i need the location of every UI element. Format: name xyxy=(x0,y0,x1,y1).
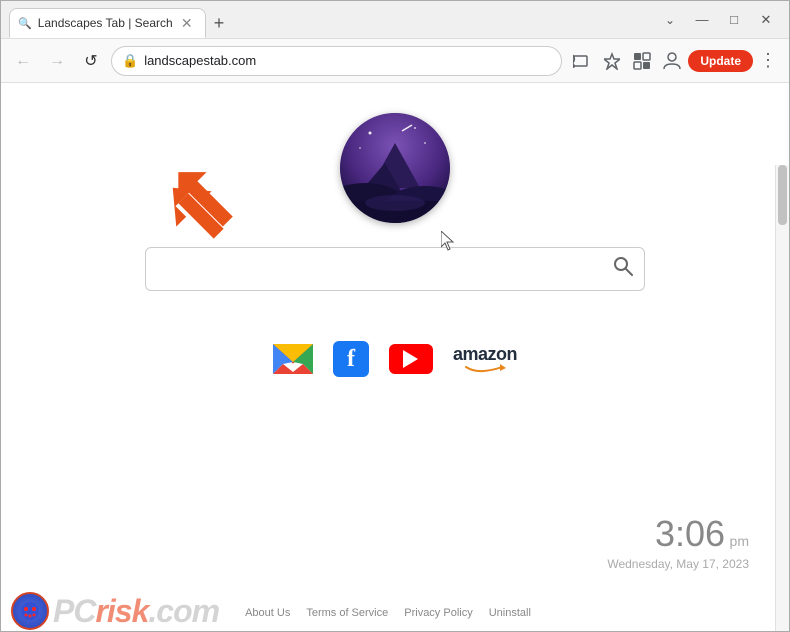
url-text: landscapestab.com xyxy=(144,53,551,68)
update-button[interactable]: Update xyxy=(688,50,753,72)
gmail-icon xyxy=(273,344,313,374)
toolbar: ← → ↺ 🔒 landscapestab.com xyxy=(1,39,789,83)
shortcut-amazon[interactable]: amazon xyxy=(453,344,517,374)
clock-display: 3:06 pm xyxy=(607,513,749,555)
page-content: f amazon xyxy=(1,83,789,631)
extensions-icon xyxy=(633,52,651,70)
shortcuts-bar: f amazon xyxy=(273,341,517,377)
lock-icon: 🔒 xyxy=(122,53,138,69)
amazon-text: amazon xyxy=(453,345,517,363)
address-bar[interactable]: 🔒 landscapestab.com xyxy=(111,46,562,76)
footer-privacy[interactable]: Privacy Policy xyxy=(404,607,472,619)
shortcut-gmail[interactable] xyxy=(273,344,313,374)
close-button[interactable]: ✕ xyxy=(751,10,781,30)
title-bar: 🔍 Landscapes Tab | Search ✕ + ⌄ — □ ✕ xyxy=(1,1,789,39)
star-icon xyxy=(604,52,620,70)
new-tab-button[interactable]: + xyxy=(206,8,233,38)
shortcut-youtube[interactable] xyxy=(389,344,433,374)
clock-period: pm xyxy=(730,533,749,549)
facebook-icon: f xyxy=(333,341,369,377)
search-input[interactable] xyxy=(145,247,645,291)
menu-dots-button[interactable]: ⋮ xyxy=(755,50,781,71)
minimize-button[interactable]: — xyxy=(687,10,717,30)
reload-button[interactable]: ↺ xyxy=(77,47,105,75)
search-button[interactable] xyxy=(613,256,633,282)
footer-uninstall[interactable]: Uninstall xyxy=(489,607,531,619)
browser-frame: 🔍 Landscapes Tab | Search ✕ + ⌄ — □ ✕ ← … xyxy=(0,0,790,632)
tab-area: 🔍 Landscapes Tab | Search ✕ + xyxy=(9,1,661,38)
footer-about-us[interactable]: About Us xyxy=(245,607,290,619)
back-button[interactable]: ← xyxy=(9,47,37,75)
youtube-icon xyxy=(389,344,433,374)
amazon-arrow-icon xyxy=(464,363,506,373)
scrollbar[interactable] xyxy=(775,165,789,631)
clock-area: 3:06 pm Wednesday, May 17, 2023 xyxy=(607,513,749,571)
site-logo xyxy=(340,113,450,223)
search-icon xyxy=(613,256,633,276)
clock-date: Wednesday, May 17, 2023 xyxy=(607,557,749,571)
window-controls: — □ ✕ xyxy=(687,10,781,30)
facebook-letter: f xyxy=(347,346,355,373)
amazon-icon: amazon xyxy=(453,344,517,374)
extensions-icon-button[interactable] xyxy=(628,47,656,75)
tab-close-button[interactable]: ✕ xyxy=(179,15,195,31)
active-tab[interactable]: 🔍 Landscapes Tab | Search ✕ xyxy=(9,8,206,38)
landscape-svg xyxy=(340,113,450,223)
tab-strip-chevron-icon[interactable]: ⌄ xyxy=(661,13,679,27)
tab-favicon: 🔍 xyxy=(18,17,32,30)
cast-icon-button[interactable] xyxy=(568,47,596,75)
forward-button[interactable]: → xyxy=(43,47,71,75)
maximize-button[interactable]: □ xyxy=(719,10,749,30)
clock-time: 3:06 xyxy=(655,513,725,554)
youtube-play-icon xyxy=(403,350,418,368)
profile-icon xyxy=(663,52,681,70)
scrollbar-thumb[interactable] xyxy=(778,165,787,225)
tab-title: Landscapes Tab | Search xyxy=(38,16,173,30)
cast-icon xyxy=(573,54,591,68)
footer-links: About Us Terms of Service Privacy Policy… xyxy=(1,607,775,619)
arrow-annotation xyxy=(156,171,236,251)
bookmark-icon-button[interactable] xyxy=(598,47,626,75)
profile-icon-button[interactable] xyxy=(658,47,686,75)
footer-terms[interactable]: Terms of Service xyxy=(306,607,388,619)
shortcut-facebook[interactable]: f xyxy=(333,341,369,377)
toolbar-actions: Update ⋮ xyxy=(568,47,781,75)
search-container xyxy=(145,247,645,291)
